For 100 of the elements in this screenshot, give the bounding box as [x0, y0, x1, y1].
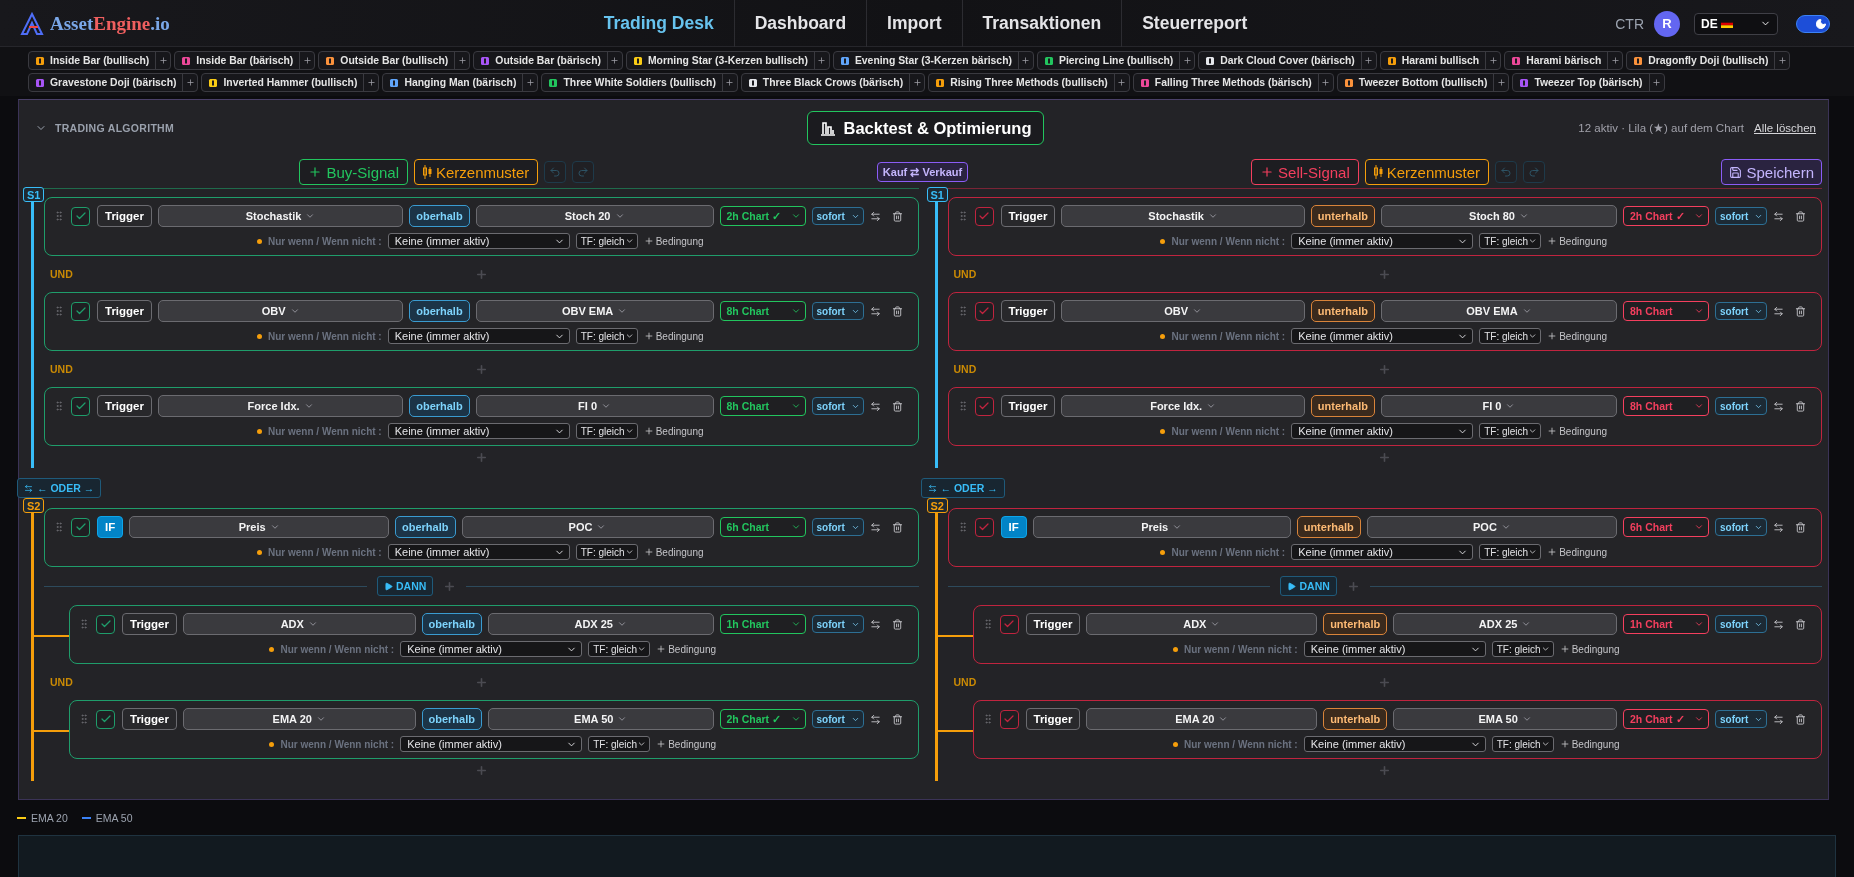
pattern-button[interactable]: Harami bärisch — [1505, 52, 1608, 69]
timeframe-select[interactable]: 2h Chart ✓ — [1623, 206, 1709, 226]
target-select[interactable]: ADX 25 — [1393, 613, 1617, 635]
filter-select[interactable]: Keine (immer aktiv) — [387, 423, 570, 439]
checkbox[interactable] — [71, 396, 90, 416]
filter-select[interactable]: Keine (immer aktiv) — [387, 544, 570, 560]
timeframe-select[interactable]: 8h Chart — [1623, 396, 1709, 416]
indicator-select[interactable]: Preis — [1032, 516, 1291, 538]
timing-select[interactable]: sofort — [811, 302, 864, 320]
timing-select[interactable]: sofort — [1715, 207, 1767, 225]
checkbox[interactable] — [974, 517, 994, 537]
drag-handle-icon[interactable] — [53, 210, 65, 222]
swap-sides-button[interactable]: Kauf ⇄ Verkauf — [876, 162, 969, 182]
tf-select[interactable]: TF: gleich — [1479, 423, 1542, 439]
relation-toggle[interactable]: unterhalb — [1323, 708, 1388, 730]
swap-icon[interactable] — [869, 618, 881, 630]
tf-select[interactable]: TF: gleich — [1491, 736, 1554, 752]
drag-handle-icon[interactable] — [53, 521, 65, 533]
tf-select[interactable]: TF: gleich — [588, 641, 651, 657]
add-condition-button[interactable]: Bedingung — [1547, 425, 1607, 437]
checkbox[interactable] — [71, 301, 90, 321]
relation-toggle[interactable]: oberhalb — [421, 613, 482, 635]
clear-all-link[interactable]: Alle löschen — [1754, 122, 1816, 134]
delete-icon[interactable] — [891, 210, 903, 222]
target-select[interactable]: OBV EMA — [475, 300, 714, 322]
add-signal-button[interactable]: Buy-Signal — [299, 159, 408, 185]
relation-toggle[interactable]: unterhalb — [1310, 395, 1375, 417]
delete-icon[interactable] — [891, 400, 903, 412]
user-avatar[interactable]: R — [1654, 10, 1680, 37]
swap-icon[interactable] — [1773, 713, 1784, 725]
filter-select[interactable]: Keine (immer aktiv) — [400, 736, 583, 752]
checkbox[interactable] — [974, 206, 994, 226]
timeframe-select[interactable]: 6h Chart — [719, 517, 806, 537]
language-select[interactable]: DE — [1694, 12, 1778, 35]
target-select[interactable]: OBV EMA — [1380, 300, 1617, 322]
checkbox[interactable] — [71, 206, 90, 226]
target-select[interactable]: Stoch 80 — [1380, 205, 1617, 227]
delete-icon[interactable] — [891, 713, 903, 725]
timing-select[interactable]: sofort — [1715, 397, 1767, 415]
filter-select[interactable]: Keine (immer aktiv) — [1303, 736, 1486, 752]
tf-select[interactable]: TF: gleich — [575, 233, 638, 249]
pattern-button[interactable]: Inside Bar (bärisch) — [175, 52, 300, 69]
swap-icon[interactable] — [1773, 618, 1784, 630]
add-condition-button[interactable]: Bedingung — [643, 330, 704, 342]
add-condition-button[interactable]: Bedingung — [1547, 235, 1607, 247]
backtest-button[interactable]: Backtest & Optimierung — [806, 111, 1045, 145]
checkbox[interactable] — [71, 517, 90, 537]
candle-pattern-button[interactable]: Kerzenmuster — [1364, 159, 1490, 185]
target-select[interactable]: Stoch 20 — [475, 205, 714, 227]
timeframe-select[interactable]: 6h Chart — [1623, 517, 1709, 537]
drag-handle-icon[interactable] — [78, 618, 90, 630]
relation-toggle[interactable]: oberhalb — [409, 395, 470, 417]
tf-select[interactable]: TF: gleich — [588, 736, 651, 752]
checkbox[interactable] — [974, 301, 994, 321]
then-button[interactable]: DANN — [377, 576, 434, 596]
pattern-button[interactable]: Dark Cloud Cover (bärisch) — [1199, 52, 1361, 69]
filter-select[interactable]: Keine (immer aktiv) — [400, 641, 583, 657]
drag-handle-icon[interactable] — [53, 305, 65, 317]
pattern-button[interactable]: Rising Three Methods (bullisch) — [929, 74, 1114, 91]
delete-icon[interactable] — [891, 521, 903, 533]
indicator-select[interactable]: ADX — [1086, 613, 1318, 635]
add-condition-button[interactable]: Bedingung — [1547, 546, 1607, 558]
pattern-button[interactable]: Gravestone Doji (bärisch) — [29, 74, 183, 91]
add-condition-button[interactable]: Bedingung — [643, 235, 704, 247]
indicator-select[interactable]: ADX — [183, 613, 416, 635]
indicator-select[interactable]: Force Idx. — [1061, 395, 1305, 417]
timeframe-select[interactable]: 1h Chart — [1623, 614, 1709, 634]
pattern-button[interactable]: Evening Star (3-Kerzen bärisch) — [833, 52, 1018, 69]
pattern-button[interactable]: Falling Three Methods (bärisch) — [1133, 74, 1318, 91]
swap-icon[interactable] — [1773, 400, 1784, 412]
timeframe-select[interactable]: 8h Chart — [1623, 301, 1709, 321]
checkbox[interactable] — [974, 396, 994, 416]
filter-select[interactable]: Keine (immer aktiv) — [1291, 328, 1474, 344]
timeframe-select[interactable]: 8h Chart — [719, 396, 806, 416]
add-condition-button[interactable]: Bedingung — [1547, 330, 1607, 342]
timing-select[interactable]: sofort — [1715, 615, 1767, 633]
target-select[interactable]: FI 0 — [1380, 395, 1617, 417]
timeframe-select[interactable]: 8h Chart — [719, 301, 806, 321]
tf-select[interactable]: TF: gleich — [575, 423, 638, 439]
then-button[interactable]: DANN — [1280, 576, 1337, 596]
target-select[interactable]: FI 0 — [475, 395, 714, 417]
delete-icon[interactable] — [891, 618, 903, 630]
indicator-select[interactable]: EMA 20 — [183, 708, 416, 730]
indicator-select[interactable]: Preis — [129, 516, 390, 538]
timing-select[interactable]: sofort — [1715, 710, 1767, 728]
add-condition-button[interactable]: Bedingung — [656, 738, 716, 750]
candle-pattern-button[interactable]: Kerzenmuster — [414, 159, 539, 185]
timeframe-select[interactable]: 2h Chart ✓ — [719, 206, 806, 226]
pattern-button[interactable]: Outside Bar (bullisch) — [319, 52, 455, 69]
tf-select[interactable]: TF: gleich — [1479, 328, 1542, 344]
filter-select[interactable]: Keine (immer aktiv) — [387, 233, 570, 249]
indicator-select[interactable]: EMA 20 — [1086, 708, 1318, 730]
swap-icon[interactable] — [1773, 210, 1784, 222]
add-condition-button[interactable]: Bedingung — [656, 643, 716, 655]
pattern-button[interactable]: Dragonfly Doji (bullisch) — [1627, 52, 1775, 69]
add-condition-button[interactable]: Bedingung — [1559, 738, 1620, 750]
pattern-button[interactable]: Three Black Crows (bärisch) — [741, 74, 910, 91]
timeframe-select[interactable]: 1h Chart — [719, 614, 806, 634]
or-button[interactable]: ← ODER → — [17, 478, 102, 498]
indicator-select[interactable]: Force Idx. — [158, 395, 404, 417]
